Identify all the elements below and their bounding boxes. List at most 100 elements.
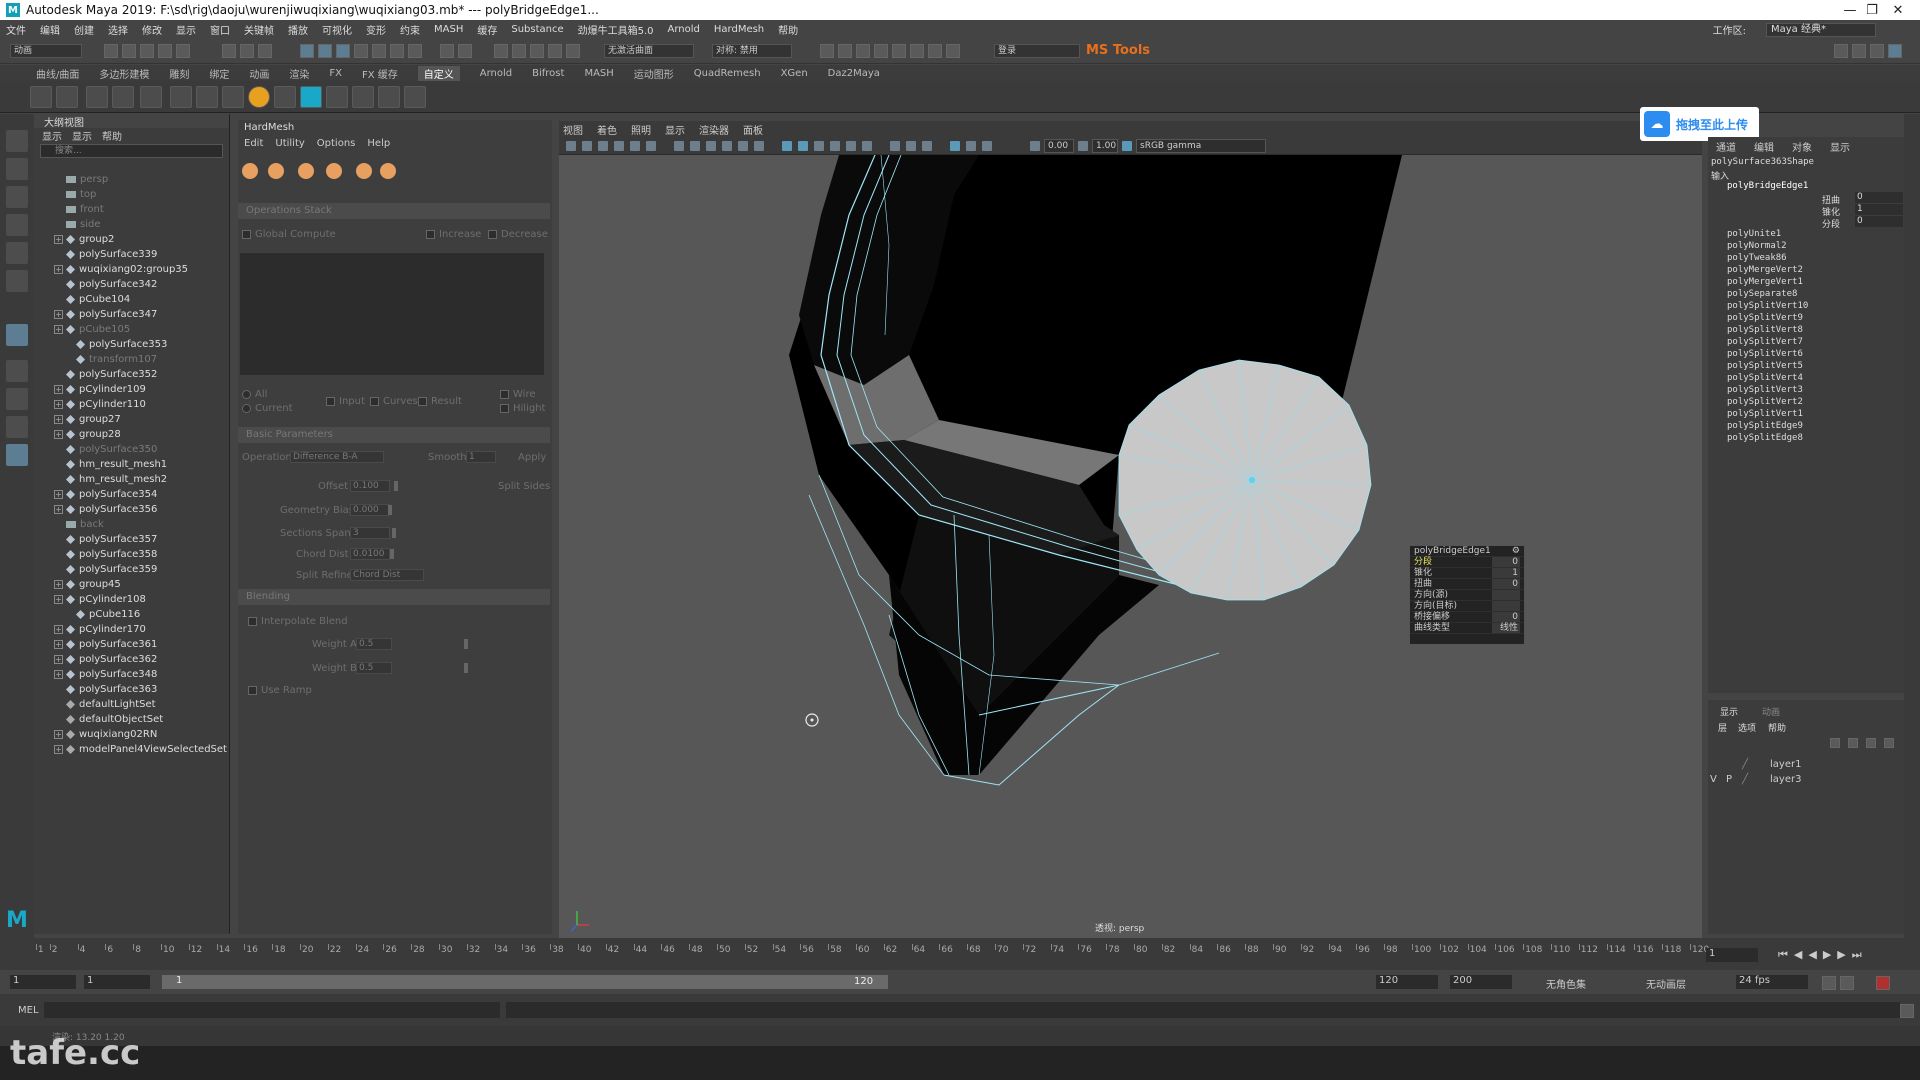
layer-name[interactable]: layer1 — [1770, 759, 1801, 770]
sections-spans-slider[interactable] — [392, 528, 396, 538]
expand-toggle-icon[interactable]: + — [54, 490, 63, 499]
viewport-menu-view[interactable]: 视图 — [563, 122, 583, 137]
outliner-item[interactable]: +persp — [54, 172, 108, 187]
shadows-icon[interactable] — [890, 141, 900, 151]
isolate-select-icon[interactable] — [950, 141, 960, 151]
layer-tab-anim[interactable]: 动画 — [1762, 705, 1780, 718]
outliner-item[interactable]: +front — [54, 202, 104, 217]
hm-split-icon[interactable] — [326, 163, 342, 179]
chord-dist-slider[interactable] — [390, 549, 394, 559]
new-scene-icon[interactable] — [104, 44, 118, 58]
view-transform-icon[interactable] — [630, 141, 640, 151]
menu-set-dropdown[interactable]: 动画 — [10, 44, 82, 58]
four-view-icon[interactable] — [6, 388, 28, 410]
shelf-tab-xgen[interactable]: XGen — [781, 68, 808, 79]
lock-icon[interactable] — [440, 44, 454, 58]
gamma-field[interactable]: 1.00 — [1092, 139, 1118, 153]
channel-menu-edit[interactable]: 编辑 — [1754, 139, 1774, 154]
split-sides-button[interactable]: Split Sides — [498, 481, 550, 492]
arnold-render-icon[interactable] — [910, 44, 924, 58]
save-scene-icon[interactable] — [140, 44, 154, 58]
history-node[interactable]: polySplitVert8 — [1727, 325, 1803, 335]
history-node[interactable]: polySplitEdge9 — [1727, 421, 1803, 431]
gamma-icon[interactable] — [1078, 141, 1088, 151]
workspace-dropdown[interactable]: Maya 经典* — [1766, 22, 1876, 37]
outliner-item[interactable]: +polySurface363 — [54, 682, 157, 697]
outliner-item[interactable]: + polySurface362 — [54, 652, 157, 667]
select-hierarchy-icon[interactable] — [222, 44, 236, 58]
shelf-tool-6-icon[interactable] — [170, 86, 192, 108]
outliner-item[interactable]: +polySurface358 — [54, 547, 157, 562]
shelf-tab-motion-graphics[interactable]: 运动图形 — [634, 66, 674, 81]
select-face-icon[interactable] — [336, 44, 350, 58]
menu-playback[interactable]: 播放 — [288, 22, 308, 37]
motion-blur-icon[interactable] — [922, 141, 932, 151]
hud-row[interactable]: 分段 0 — [1410, 557, 1524, 568]
outliner-item[interactable]: + polySurface354 — [54, 487, 157, 502]
shelf-tab-fx-cache[interactable]: FX 缓存 — [362, 66, 398, 81]
outliner-item[interactable]: + group2 — [54, 232, 114, 247]
select-component-icon[interactable] — [258, 44, 272, 58]
camera-select-icon[interactable] — [566, 141, 576, 151]
shelf-tool-7-icon[interactable] — [196, 86, 218, 108]
textured-icon[interactable] — [846, 141, 856, 151]
menu-arnold[interactable]: Arnold — [668, 24, 700, 35]
menu-constrain[interactable]: 约束 — [400, 22, 420, 37]
outliner-item[interactable]: +polySurface357 — [54, 532, 157, 547]
outliner-item[interactable]: + pCube105 — [54, 322, 130, 337]
geometry-bias-field[interactable]: 0.000 — [350, 504, 390, 516]
layer-name[interactable]: layer3 — [1770, 774, 1801, 785]
all-radio[interactable]: All — [242, 389, 267, 400]
shelf-tool-3-icon[interactable] — [86, 86, 108, 108]
shelf-tab-bifrost[interactable]: Bifrost — [532, 68, 564, 79]
hud-value[interactable]: 0 — [1492, 612, 1520, 622]
history-node[interactable]: polySplitVert5 — [1727, 361, 1803, 371]
shelf-tool-15-icon[interactable] — [404, 86, 426, 108]
film-gate-icon[interactable] — [690, 141, 700, 151]
outliner-item[interactable]: + group27 — [54, 412, 121, 427]
outliner-item[interactable]: + polySurface347 — [54, 307, 157, 322]
snap-point-icon[interactable] — [512, 44, 526, 58]
arnold-stop-icon[interactable] — [946, 44, 960, 58]
ms-tools-button[interactable]: MS Tools — [1086, 43, 1150, 58]
decrease-checkbox[interactable]: Decrease — [488, 229, 548, 240]
weight-a-field[interactable]: 0.5 — [356, 638, 392, 650]
xray-icon[interactable] — [966, 141, 976, 151]
basic-parameters-header[interactable]: Basic Parameters — [238, 427, 550, 443]
expand-toggle-icon[interactable]: + — [54, 595, 63, 604]
shelf-tab-daz2maya[interactable]: Daz2Maya — [828, 68, 880, 79]
hud-value[interactable]: 0 — [1492, 579, 1520, 589]
fps-dropdown[interactable]: 24 fps — [1736, 975, 1808, 989]
weight-b-field[interactable]: 0.5 — [356, 662, 392, 674]
outliner-layout-icon[interactable] — [6, 444, 28, 466]
render-view-icon[interactable] — [820, 44, 834, 58]
global-compute-checkbox[interactable]: Global Compute — [242, 229, 336, 240]
outliner-item[interactable]: +polySurface339 — [54, 247, 157, 262]
hud-value[interactable]: 线性 — [1492, 623, 1520, 633]
default-material-icon[interactable] — [814, 141, 824, 151]
outliner-item[interactable]: + wuqixiang02:group35 — [54, 262, 188, 277]
geometry-bias-slider[interactable] — [388, 505, 392, 515]
outliner-item[interactable]: + wuqixiang02RN — [54, 727, 157, 742]
outliner-item[interactable]: + group28 — [54, 427, 121, 442]
menu-cache[interactable]: 缓存 — [477, 22, 497, 37]
shelf-tool-8-icon[interactable] — [222, 86, 244, 108]
attribute-editor-toggle-icon[interactable] — [1852, 44, 1866, 58]
layer-down-icon[interactable] — [1884, 738, 1894, 748]
ipr-render-icon[interactable] — [856, 44, 870, 58]
expand-toggle-icon[interactable]: + — [54, 325, 63, 334]
outliner-item[interactable]: +hm_result_mesh1 — [54, 457, 167, 472]
shelf-tab-rendering[interactable]: 渲染 — [289, 66, 309, 81]
operations-stack-list[interactable] — [240, 253, 544, 375]
anim-end-field[interactable]: 200 — [1450, 975, 1512, 989]
layer-tab-display[interactable]: 显示 — [1720, 705, 1738, 718]
tool-settings-toggle-icon[interactable] — [1870, 44, 1884, 58]
hm-union-icon[interactable] — [242, 163, 258, 179]
lasso-tool-icon[interactable] — [6, 158, 28, 180]
hud-row[interactable]: 曲线类型 线性 — [1410, 623, 1524, 634]
hardmesh-menu-edit[interactable]: Edit — [244, 138, 263, 149]
menu-toolbox[interactable]: 劲爆牛工具箱5.0 — [578, 22, 654, 37]
hud-row[interactable]: 桥接偏移 0 — [1410, 612, 1524, 623]
viewport-menu-lighting[interactable]: 照明 — [631, 122, 651, 137]
hilight-checkbox[interactable]: Hilight — [500, 403, 545, 414]
